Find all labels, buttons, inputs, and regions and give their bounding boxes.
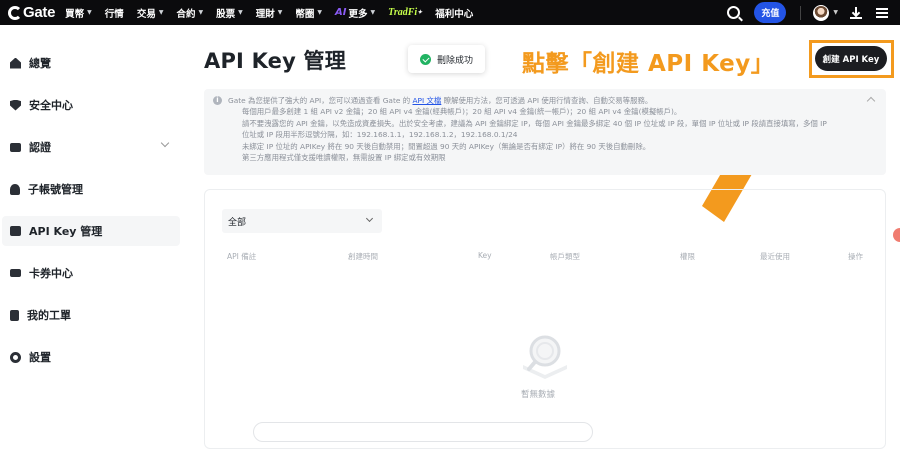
column-header-account-type: 帳戶類型 (550, 252, 580, 261)
sidebar-item-tickets[interactable]: 我的工單 (2, 300, 180, 330)
deposit-button[interactable]: 充值 (754, 2, 787, 23)
api-notice: i Gate 為您提供了強大的 API，您可以通過查看 Gate 的 API 文… (204, 89, 886, 175)
sidebar-item-label: API Key 管理 (29, 225, 103, 238)
chevron-down-icon: ▼ (370, 9, 376, 16)
notice-list: 每個用戶最多創建 1 組 API v2 金鑰；20 組 API v4 金鑰(經典… (242, 106, 842, 164)
nav-item-crypto-circle[interactable]: 幣圈 ▼ (295, 6, 322, 20)
filter-value: 全部 (228, 217, 247, 228)
column-header-actions: 操作 (848, 252, 863, 261)
home-icon (10, 57, 21, 69)
sidebar-item-label: 認證 (29, 141, 51, 154)
nav-item-stocks[interactable]: 股票 ▼ (216, 6, 243, 20)
menu-icon[interactable] (876, 7, 888, 18)
sidebar: 總覽 安全中心 認證 子帳號管理 API Key 管理 卡券中心 我的工單 設置 (0, 25, 185, 430)
nav-item-trade[interactable]: 交易 ▼ (137, 6, 164, 20)
empty-state-text: 暫無數據 (521, 390, 556, 400)
chevron-down-icon: ▼ (317, 9, 323, 16)
sidebar-item-verification[interactable]: 認證 (2, 132, 180, 162)
chevron-down-icon: ▼ (198, 9, 204, 16)
notice-intro: Gate 為您提供了強大的 API，您可以通過查看 Gate 的 API 文檔 … (228, 96, 653, 105)
sidebar-item-label: 總覽 (29, 57, 51, 70)
ticket-icon (10, 309, 19, 321)
check-circle-icon (420, 53, 431, 65)
column-header-permissions: 權限 (680, 252, 695, 261)
api-docs-link[interactable]: API 文檔 (413, 96, 442, 105)
sidebar-item-label: 子帳號管理 (28, 183, 83, 196)
account-filter-select[interactable]: 全部 (222, 209, 382, 233)
notice-item: 未綁定 IP 位址的 APIKey 將在 90 天後自動禁用；閒置超過 90 天… (242, 141, 842, 153)
coupon-icon (10, 269, 21, 277)
info-icon: i (213, 96, 222, 105)
sidebar-item-label: 安全中心 (29, 99, 73, 112)
notice-item: 每個用戶最多創建 1 組 API v2 金鑰；20 組 API v4 金鑰(經典… (242, 106, 842, 118)
sub-account-icon (10, 183, 20, 195)
search-icon[interactable] (727, 6, 741, 19)
chevron-down-icon (365, 214, 374, 223)
collapse-icon[interactable] (866, 96, 876, 106)
toast-text: 刪除成功 (437, 55, 474, 66)
gate-logo-icon (8, 5, 22, 20)
nav-item-markets[interactable]: 行情 (105, 6, 124, 20)
gate-logo[interactable]: Gate (8, 4, 55, 21)
chevron-down-icon: ▼ (87, 9, 92, 16)
sidebar-item-settings[interactable]: 設置 (2, 342, 180, 372)
notice-item: 第三方應用程式僅支援唯讀權限，無需設置 IP 綁定或有效期限 (242, 152, 842, 164)
nav-item-more[interactable]: AI 更多 ▼ (335, 6, 375, 20)
side-feedback-tab[interactable] (893, 228, 900, 242)
sidebar-item-security[interactable]: 安全中心 (2, 90, 180, 120)
nav-item-futures[interactable]: 合約 ▼ (176, 6, 203, 20)
sidebar-item-api-key[interactable]: API Key 管理 (2, 216, 180, 246)
sidebar-item-label: 卡券中心 (29, 267, 73, 280)
settings-icon (10, 351, 21, 363)
nav-item-rewards-hub[interactable]: 福利中心 (435, 6, 473, 20)
bottom-partial-element (253, 422, 593, 442)
id-card-icon (10, 142, 21, 152)
page-title: API Key 管理 (204, 49, 346, 73)
notice-item: 位址或 IP 段用半形逗號分隔，如：192.168.1.1，192.168.1.… (242, 130, 518, 139)
logo-text: Gate (23, 4, 56, 21)
create-api-key-button[interactable]: 創建 API Key (815, 46, 887, 71)
chevron-down-icon: ▼ (277, 9, 283, 16)
success-toast: 刪除成功 (408, 45, 485, 73)
chevron-down-icon (160, 138, 170, 148)
api-key-icon (10, 226, 21, 236)
column-header-last-used: 最近使用 (760, 252, 790, 261)
download-icon[interactable] (850, 6, 862, 19)
top-nav: Gate 買幣 ▼ 行情 交易 ▼ 合約 ▼ 股票 ▼ 理財 ▼ 幣圈 ▼ AI 更多 ▼ Tr… (0, 0, 900, 25)
sidebar-item-coupons[interactable]: 卡券中心 (2, 258, 180, 288)
nav-item-tradfi[interactable]: TradFi ✦ (388, 7, 422, 18)
notice-item: 請不要洩露您的 API 金鑰，以免造成資產損失。出於安全考慮，建議為 API 金… (242, 118, 842, 130)
sidebar-item-sub-accounts[interactable]: 子帳號管理 (2, 174, 180, 204)
chevron-down-icon: ▼ (158, 9, 164, 16)
sparkle-icon: ✦ (417, 10, 423, 16)
nav-right: 充值 ▼ (727, 0, 900, 25)
divider (800, 5, 802, 20)
column-header-key: Key (478, 251, 492, 260)
shield-icon (10, 99, 21, 111)
chevron-down-icon[interactable]: ▼ (833, 9, 838, 16)
sidebar-item-label: 設置 (29, 351, 51, 364)
empty-state-icon (523, 335, 567, 379)
sidebar-item-label: 我的工單 (27, 309, 71, 322)
sidebar-item-overview[interactable]: 總覽 (2, 48, 180, 78)
nav-item-buy-crypto[interactable]: 買幣 ▼ (65, 6, 92, 20)
nav-item-earn[interactable]: 理財 ▼ (256, 6, 283, 20)
column-header-created: 創建時間 (348, 252, 378, 261)
tutorial-annotation: 點擊「創建 API Key」 (522, 51, 775, 77)
column-header-note: API 備註 (227, 252, 257, 261)
ai-icon: AI (335, 7, 347, 18)
avatar[interactable] (813, 4, 830, 21)
chevron-down-icon: ▼ (238, 9, 243, 16)
